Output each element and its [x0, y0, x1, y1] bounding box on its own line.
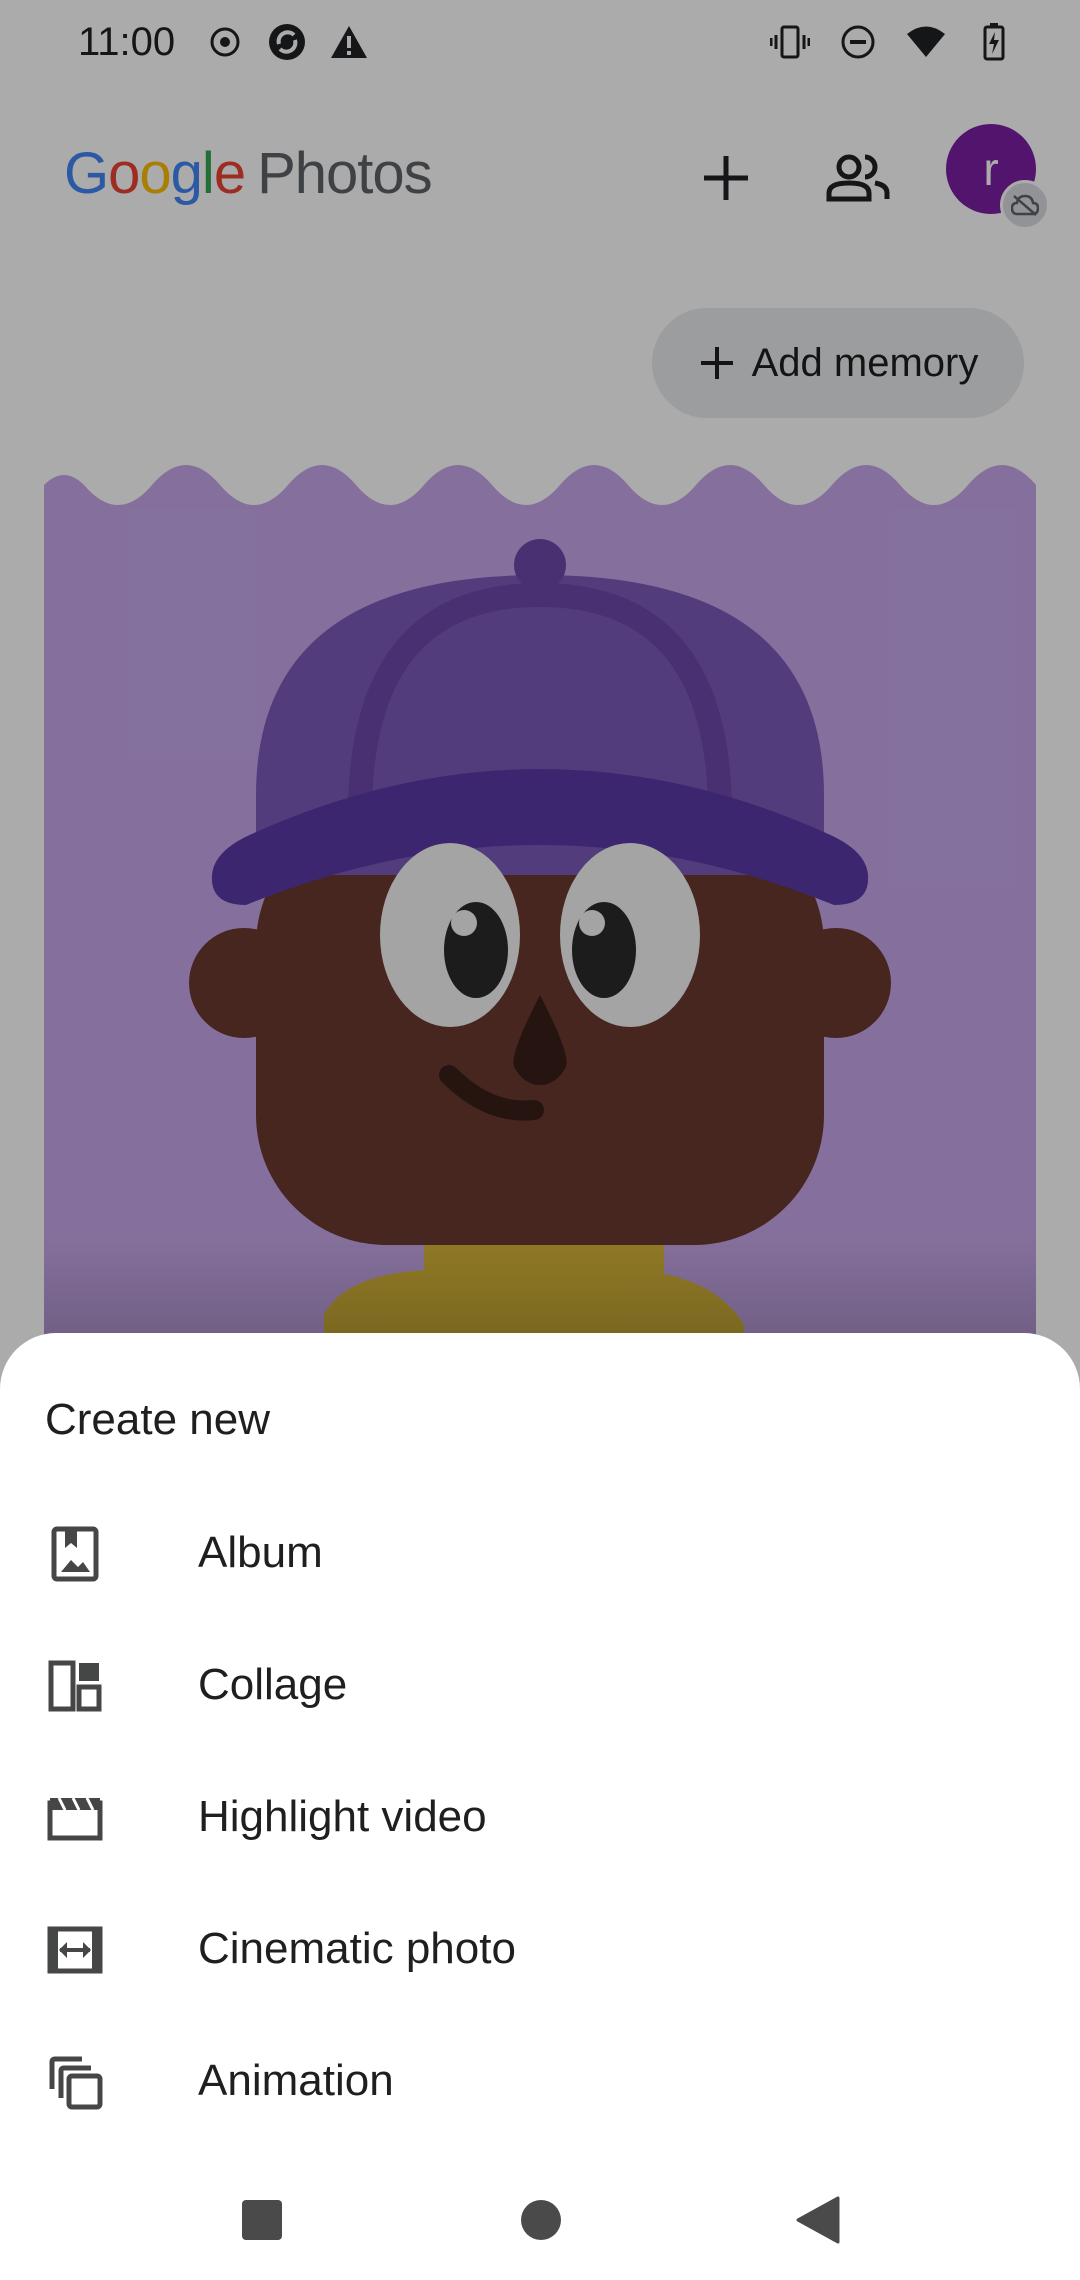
sheet-item-label: Collage — [198, 1660, 348, 1709]
circle-icon — [521, 2200, 561, 2240]
movie-icon — [45, 1788, 105, 1848]
create-new-sheet: Create new Album Collage Highlight video… — [0, 1333, 1080, 2280]
sheet-item-collage[interactable]: Collage — [0, 1620, 1080, 1752]
system-nav-bar — [0, 2160, 1080, 2280]
sheet-item-label: Cinematic photo — [198, 1924, 516, 1973]
sheet-title: Create new — [45, 1395, 271, 1444]
back-triangle-icon — [796, 2196, 840, 2244]
album-icon — [45, 1524, 105, 1584]
sheet-item-album[interactable]: Album — [0, 1488, 1080, 1620]
square-icon — [242, 2200, 282, 2240]
recents-button[interactable] — [232, 2190, 292, 2250]
animation-icon — [45, 2052, 105, 2112]
sheet-item-cinematic-photo[interactable]: Cinematic photo — [0, 1884, 1080, 2016]
collage-icon — [45, 1656, 105, 1716]
back-button[interactable] — [788, 2190, 848, 2250]
cinematic-icon — [45, 1920, 105, 1980]
home-button[interactable] — [511, 2190, 571, 2250]
sheet-item-label: Album — [198, 1528, 323, 1577]
sheet-item-label: Highlight video — [198, 1792, 487, 1841]
sheet-item-animation[interactable]: Animation — [0, 2016, 1080, 2148]
sheet-item-label: Animation — [198, 2056, 394, 2105]
sheet-item-highlight-video[interactable]: Highlight video — [0, 1752, 1080, 1884]
